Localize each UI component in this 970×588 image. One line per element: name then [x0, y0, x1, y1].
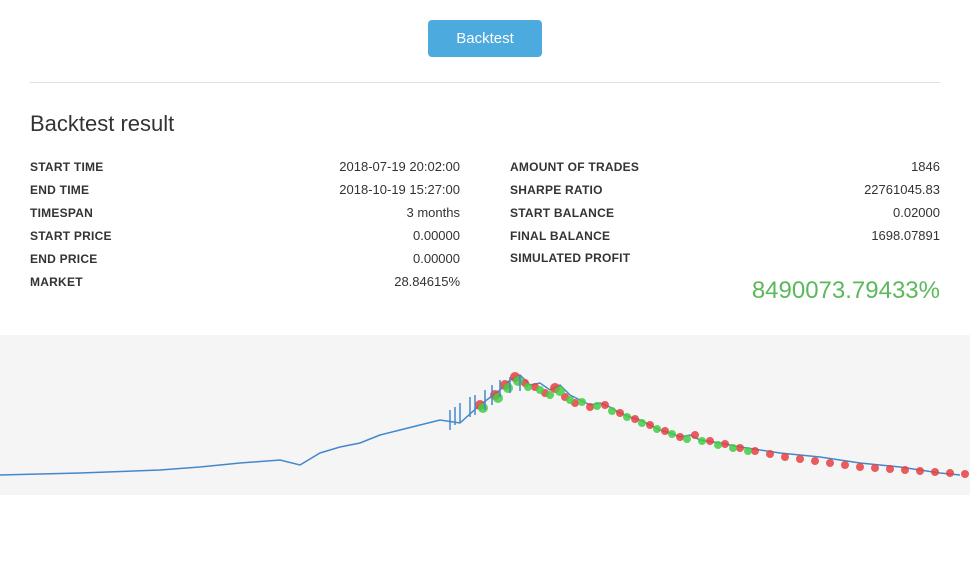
backtest-button[interactable]: Backtest: [428, 20, 542, 57]
stat-label: MARKET: [30, 275, 83, 289]
stat-value: 1846: [911, 159, 940, 174]
stat-row: TIMESPAN 3 months: [30, 205, 460, 220]
simulated-profit-row: SIMULATED PROFIT: [510, 251, 940, 269]
stat-label: END TIME: [30, 183, 89, 197]
stat-row: END PRICE 0.00000: [30, 251, 460, 266]
stats-right: AMOUNT OF TRADES 1846 SHARPE RATIO 22761045…: [490, 159, 940, 305]
stat-label: START TIME: [30, 160, 104, 174]
stat-row: MARKET 28.84615%: [30, 274, 460, 289]
stat-row: AMOUNT OF TRADES 1846: [510, 159, 940, 174]
stat-row: START PRICE 0.00000: [30, 228, 460, 243]
stat-value: 3 months: [407, 205, 460, 220]
stat-label: START BALANCE: [510, 206, 614, 220]
stat-value: 28.84615%: [394, 274, 460, 289]
result-section: Backtest result START TIME 2018-07-19 20:…: [0, 83, 970, 325]
stat-label: END PRICE: [30, 252, 98, 266]
stat-row: END TIME 2018-10-19 15:27:00: [30, 182, 460, 197]
chart-section: [0, 335, 970, 495]
stat-row: FINAL BALANCE 1698.07891: [510, 228, 940, 243]
stat-value: 0.00000: [413, 251, 460, 266]
stat-row: SHARPE RATIO 22761045.83: [510, 182, 940, 197]
stats-left: START TIME 2018-07-19 20:02:00 END TIME 201…: [30, 159, 490, 305]
stat-value: 22761045.83: [864, 182, 940, 197]
stats-grid: START TIME 2018-07-19 20:02:00 END TIME 201…: [30, 159, 940, 305]
chart-svg: [0, 335, 970, 495]
stat-row: START TIME 2018-07-19 20:02:00: [30, 159, 460, 174]
stat-label: FINAL BALANCE: [510, 229, 610, 243]
stat-value: 2018-10-19 15:27:00: [339, 182, 460, 197]
stat-label: START PRICE: [30, 229, 112, 243]
stat-label: TIMESPAN: [30, 206, 93, 220]
stat-value: 2018-07-19 20:02:00: [339, 159, 460, 174]
simulated-profit-section: SIMULATED PROFIT 8490073.79433%: [510, 251, 940, 305]
simulated-profit-value: 8490073.79433%: [510, 277, 940, 305]
top-section: Backtest: [0, 0, 970, 82]
stat-label: SHARPE RATIO: [510, 183, 603, 197]
stat-value: 1698.07891: [871, 228, 940, 243]
stat-label: AMOUNT OF TRADES: [510, 160, 639, 174]
result-title: Backtest result: [30, 111, 940, 137]
stat-row: START BALANCE 0.02000: [510, 205, 940, 220]
stat-value: 0.02000: [893, 205, 940, 220]
simulated-profit-label: SIMULATED PROFIT: [510, 251, 630, 265]
stat-value: 0.00000: [413, 228, 460, 243]
